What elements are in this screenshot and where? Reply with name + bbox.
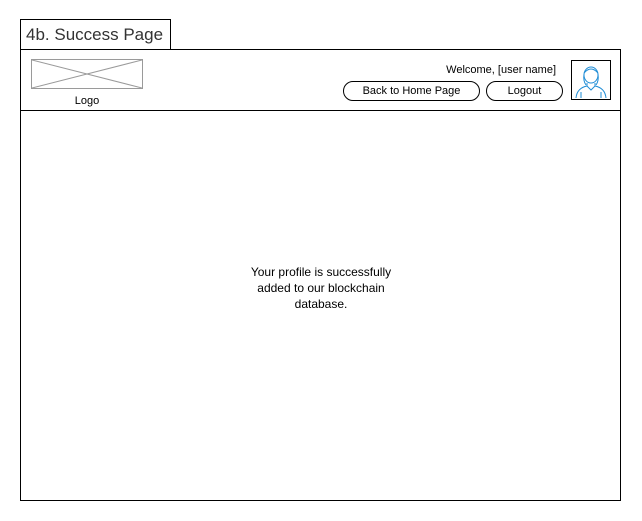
logout-button[interactable]: Logout — [486, 81, 563, 101]
browser-frame: Logo Welcome, [user name] Back to Home P… — [20, 49, 621, 501]
avatar[interactable] — [571, 60, 611, 100]
header: Logo Welcome, [user name] Back to Home P… — [21, 50, 620, 111]
user-avatar-icon — [575, 66, 607, 99]
welcome-text: Welcome, [user name] — [446, 64, 556, 76]
back-to-home-button[interactable]: Back to Home Page — [343, 81, 480, 101]
page-tab: 4b. Success Page — [20, 19, 171, 49]
logo-placeholder — [31, 59, 143, 89]
image-placeholder-icon — [32, 60, 142, 88]
logo-label: Logo — [74, 95, 100, 107]
success-message: Your profile is successfully added to ou… — [250, 265, 392, 311]
